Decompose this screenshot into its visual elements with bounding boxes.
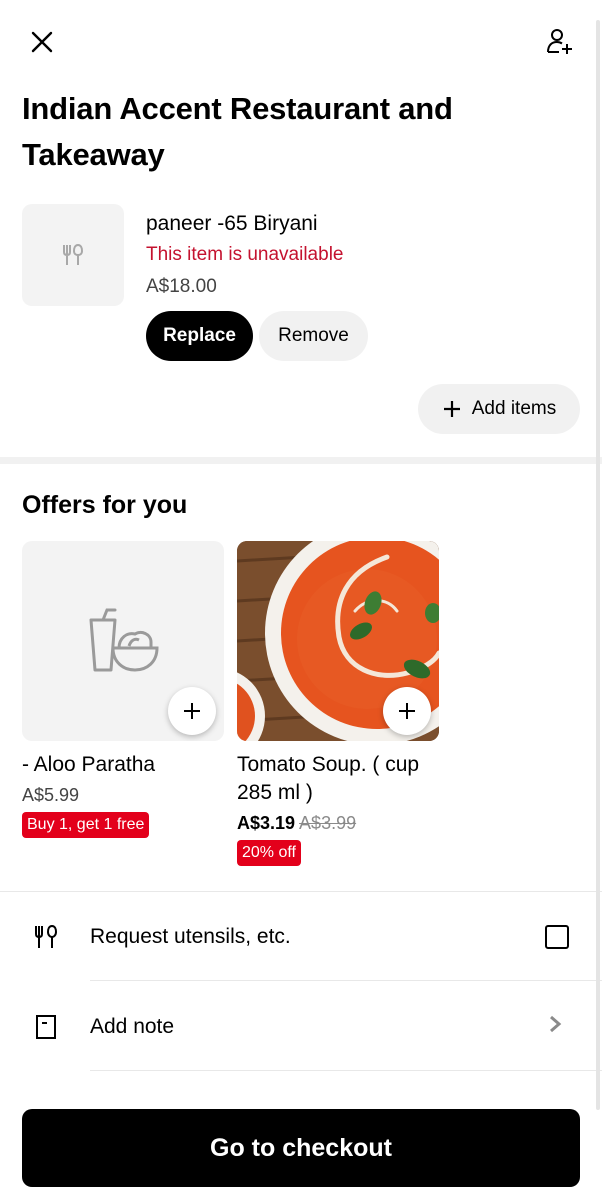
utensils-icon: [30, 921, 62, 953]
close-icon: [31, 31, 53, 53]
offers-title: Offers for you: [22, 491, 188, 519]
add-person-button[interactable]: [538, 22, 582, 62]
divider: [90, 1070, 602, 1071]
item-thumbnail: [22, 204, 124, 306]
chevron-right-icon: [548, 1013, 562, 1039]
offer-image: [237, 541, 439, 741]
section-divider: [0, 457, 602, 464]
plus-icon: [443, 401, 460, 417]
offer-name: - Aloo Paratha: [22, 753, 156, 776]
checkout-button[interactable]: Go to checkout: [22, 1109, 580, 1187]
close-button[interactable]: [22, 22, 62, 62]
plus-icon: [184, 703, 200, 719]
add-note-label: Add note: [90, 1015, 175, 1038]
divider: [90, 980, 602, 981]
add-person-icon: [547, 29, 572, 54]
item-name: paneer -65 Biryani: [146, 212, 318, 235]
utensils-icon: [63, 243, 84, 265]
remove-button[interactable]: Remove: [259, 311, 368, 361]
offer-price-row: A$5.99: [22, 783, 224, 807]
request-utensils-row[interactable]: Request utensils, etc.: [0, 893, 602, 981]
offer-price: A$3.19: [237, 813, 296, 833]
add-offer-button[interactable]: [383, 687, 431, 735]
offer-original-price: A$3.99: [299, 813, 357, 833]
add-offer-button[interactable]: [168, 687, 216, 735]
offer-badge: Buy 1, get 1 free: [22, 812, 150, 838]
divider: [0, 891, 602, 892]
plus-icon: [399, 703, 415, 719]
add-note-row[interactable]: Add note: [0, 983, 602, 1071]
item-unavailable-status: This item is unavailable: [146, 244, 344, 265]
add-items-button[interactable]: Add items: [418, 384, 580, 434]
top-bar: [0, 0, 602, 80]
offer-card[interactable]: Tomato Soup. ( cup 285 ml ) A$3.19 A$3.9…: [237, 541, 439, 866]
utensils-checkbox[interactable]: [545, 925, 569, 949]
request-utensils-label: Request utensils, etc.: [90, 925, 291, 948]
note-icon: [30, 1011, 62, 1043]
offer-image: [22, 541, 224, 741]
scrollbar[interactable]: [596, 20, 600, 1110]
food-placeholder-icon: [89, 608, 159, 672]
restaurant-title: Indian Accent Restaurant and Takeaway: [22, 91, 453, 172]
offer-name: Tomato Soup. ( cup 285 ml ): [237, 753, 420, 804]
offer-badge: 20% off: [237, 840, 301, 866]
add-items-label: Add items: [471, 398, 557, 419]
item-price: A$18.00: [146, 276, 217, 297]
offer-card[interactable]: - Aloo Paratha A$5.99 Buy 1, get 1 free: [22, 541, 224, 838]
offer-price-row: A$3.19 A$3.99: [237, 811, 439, 835]
replace-button[interactable]: Replace: [146, 311, 253, 361]
offer-price: A$5.99: [22, 785, 80, 805]
